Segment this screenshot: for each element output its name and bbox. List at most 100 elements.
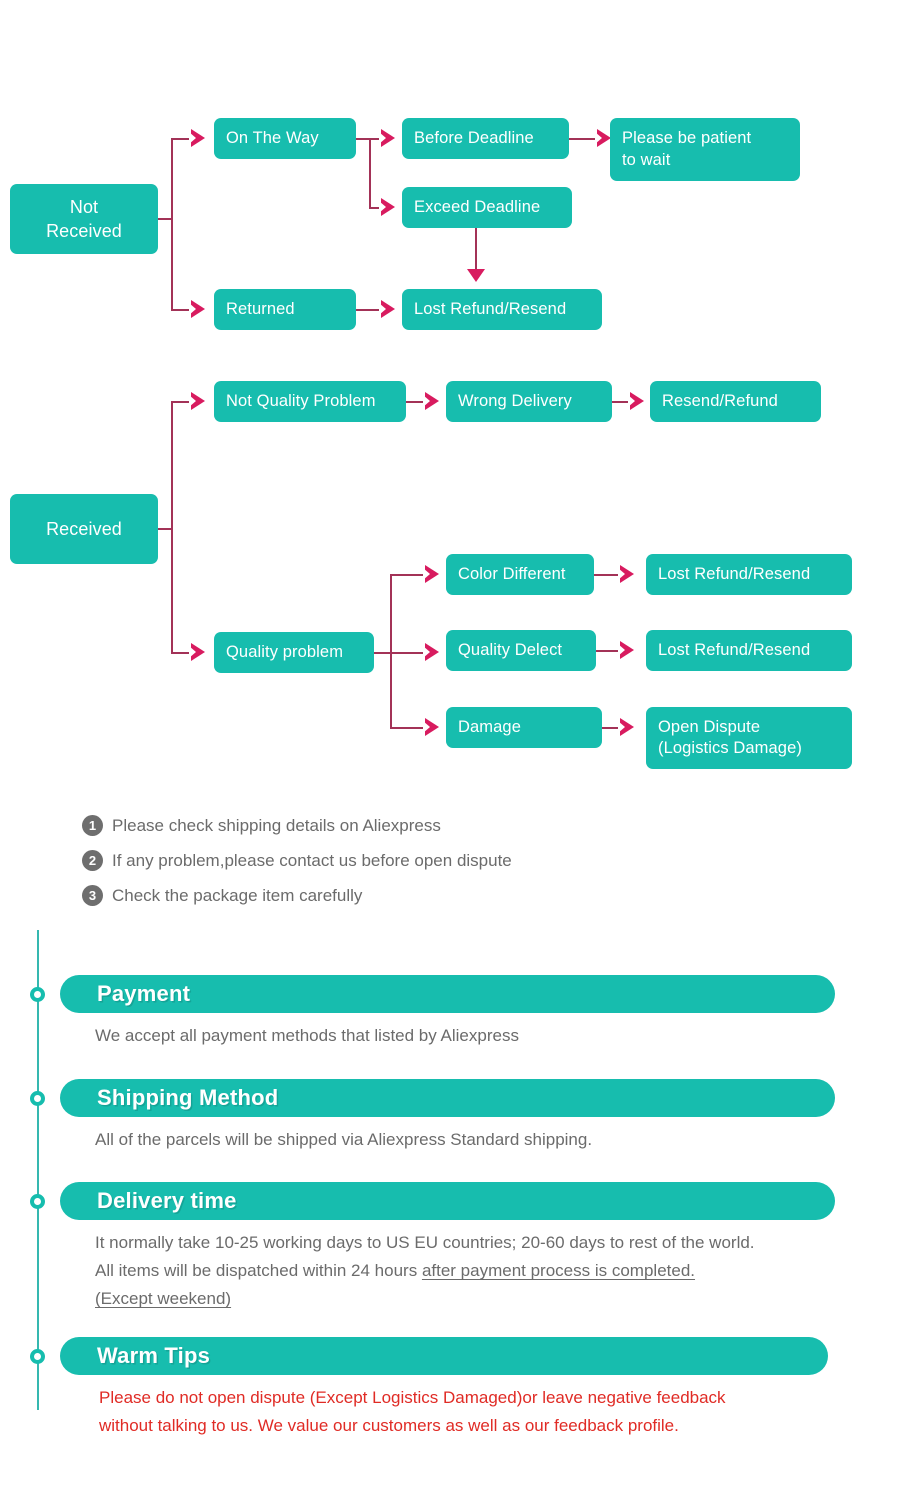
arrow-to-damage: [423, 718, 439, 736]
connector-not-received-bus: [171, 138, 173, 310]
arrow-to-on-the-way: [189, 129, 205, 147]
panel-header-warm-tips[interactable]: Warm Tips: [60, 1337, 828, 1375]
note-item-3: 3 Check the package item carefully: [82, 878, 512, 913]
timeline-dot-warm-tips: [30, 1349, 45, 1364]
note-badge-3: 3: [82, 885, 103, 906]
flow-box-please-be-patient-line1: Please be patient: [622, 129, 752, 148]
flow-box-color-different-label: Color Different: [458, 564, 566, 583]
arrow-down-to-lost-refund: [467, 269, 485, 282]
panel-delivery-time: Delivery time It normally take 10-25 wor…: [60, 1182, 835, 1313]
flow-box-on-the-way-label: On The Way: [226, 128, 319, 147]
panel-header-shipping-method[interactable]: Shipping Method: [60, 1079, 835, 1117]
flow-box-not-received[interactable]: Not Received: [10, 184, 158, 254]
timeline-dot-shipping-method: [30, 1091, 45, 1106]
panel-payment: Payment We accept all payment methods th…: [60, 975, 835, 1050]
flow-box-on-the-way[interactable]: On The Way: [214, 118, 356, 159]
flow-box-color-different-result-label: Lost Refund/Resend: [658, 564, 811, 583]
arrow-to-color-different-result: [618, 565, 634, 583]
note-item-1: 1 Please check shipping details on Aliex…: [82, 808, 512, 843]
flow-box-damage[interactable]: Damage: [446, 707, 602, 748]
panel-warm-tips-line1: Please do not open dispute (Except Logis…: [99, 1388, 726, 1407]
panel-title-shipping-method: Shipping Method: [97, 1085, 279, 1110]
note-badge-1: 1: [82, 815, 103, 836]
panel-warm-tips-line2: without talking to us. We value our cust…: [99, 1416, 679, 1436]
arrow-to-please-be-patient: [595, 129, 611, 147]
arrow-to-damage-result: [618, 718, 634, 736]
flow-box-wrong-delivery-label: Wrong Delivery: [458, 391, 572, 410]
flow-box-received[interactable]: Received: [10, 494, 158, 564]
panel-payment-line1: We accept all payment methods that liste…: [95, 1026, 519, 1045]
flow-box-quality-delect-result[interactable]: Lost Refund/Resend: [646, 630, 852, 671]
panel-body-warm-tips: Please do not open dispute (Except Logis…: [60, 1384, 828, 1440]
panel-delivery-time-line3-underline: (Except weekend): [95, 1289, 232, 1309]
panel-delivery-time-line2-underline: after payment process is completed.: [421, 1261, 696, 1281]
timeline-axis: [37, 930, 39, 1410]
flow-box-not-quality-problem[interactable]: Not Quality Problem: [214, 381, 406, 422]
panel-header-delivery-time[interactable]: Delivery time: [60, 1182, 835, 1220]
flow-box-wrong-delivery[interactable]: Wrong Delivery: [446, 381, 612, 422]
flow-box-resend-refund-label: Resend/Refund: [662, 391, 778, 410]
arrow-to-quality-problem: [189, 643, 205, 661]
panel-header-payment[interactable]: Payment: [60, 975, 835, 1013]
flow-box-damage-result-line2: (Logistics Damage): [658, 739, 802, 757]
note-text-2: If any problem,please contact us before …: [112, 850, 512, 870]
connector-on-the-way-bus: [369, 138, 371, 208]
flow-box-lost-refund-resend-label: Lost Refund/Resend: [414, 299, 567, 318]
flow-box-before-deadline[interactable]: Before Deadline: [402, 118, 569, 159]
panel-delivery-time-line3: (Except weekend): [95, 1285, 835, 1313]
panel-title-payment: Payment: [97, 981, 191, 1006]
flow-box-please-be-patient-line2: to wait: [622, 150, 671, 169]
note-item-2: 2 If any problem,please contact us befor…: [82, 843, 512, 878]
note-text-1: Please check shipping details on Aliexpr…: [112, 815, 441, 835]
flow-box-exceed-deadline[interactable]: Exceed Deadline: [402, 187, 572, 228]
flow-box-color-different-result[interactable]: Lost Refund/Resend: [646, 554, 852, 595]
flow-box-quality-problem-label: Quality problem: [226, 642, 344, 661]
flow-box-returned-label: Returned: [226, 299, 295, 318]
flow-box-damage-result[interactable]: Open Dispute (Logistics Damage): [646, 707, 852, 769]
flow-box-not-received-line1: Not: [69, 196, 99, 217]
flow-box-damage-result-line1: Open Dispute: [658, 717, 761, 736]
note-text-3: Check the package item carefully: [112, 885, 363, 905]
panel-body-delivery-time: It normally take 10-25 working days to U…: [60, 1229, 835, 1313]
flow-box-resend-refund[interactable]: Resend/Refund: [650, 381, 821, 422]
flow-box-not-quality-problem-label: Not Quality Problem: [226, 391, 376, 410]
timeline-dot-delivery-time: [30, 1194, 45, 1209]
flow-box-quality-delect[interactable]: Quality Delect: [446, 630, 596, 671]
note-badge-2: 2: [82, 850, 103, 871]
arrow-to-not-quality-problem: [189, 392, 205, 410]
panel-title-warm-tips: Warm Tips: [97, 1343, 211, 1368]
flow-box-before-deadline-label: Before Deadline: [414, 128, 534, 147]
flow-box-not-received-line2: Received: [46, 221, 122, 241]
flow-box-quality-delect-label: Quality Delect: [458, 640, 563, 659]
arrow-to-returned: [189, 300, 205, 318]
arrow-to-quality-delect-result: [618, 641, 634, 659]
flow-box-received-label: Received: [46, 518, 122, 539]
arrow-to-color-different: [423, 565, 439, 583]
arrow-to-wrong-delivery: [423, 392, 439, 410]
connector-not-received-stem: [158, 218, 172, 220]
panel-delivery-time-line2: All items will be dispatched within 24 h…: [95, 1257, 835, 1285]
flow-box-lost-refund-resend[interactable]: Lost Refund/Resend: [402, 289, 602, 330]
connector-quality-problem-bus: [390, 574, 392, 728]
flow-box-quality-problem[interactable]: Quality problem: [214, 632, 374, 673]
panel-warm-tips: Warm Tips Please do not open dispute (Ex…: [60, 1337, 828, 1440]
arrow-to-before-deadline: [379, 129, 395, 147]
timeline-dot-payment: [30, 987, 45, 1002]
arrow-to-resend-refund: [628, 392, 644, 410]
panel-shipping-method-line1: All of the parcels will be shipped via A…: [95, 1130, 593, 1149]
panel-delivery-time-line2-plain: All items will be dispatched within 24 h…: [95, 1261, 422, 1281]
panel-delivery-time-line1: It normally take 10-25 working days to U…: [95, 1233, 755, 1252]
connector-received-bus: [171, 401, 173, 653]
panel-body-payment: We accept all payment methods that liste…: [60, 1022, 835, 1050]
flow-box-color-different[interactable]: Color Different: [446, 554, 594, 595]
panel-body-shipping-method: All of the parcels will be shipped via A…: [60, 1126, 835, 1154]
flow-box-exceed-deadline-label: Exceed Deadline: [414, 197, 541, 216]
arrow-to-lost-refund-resend: [379, 300, 395, 318]
flow-box-please-be-patient[interactable]: Please be patient to wait: [610, 118, 800, 181]
arrow-to-quality-delect: [423, 643, 439, 661]
arrow-to-exceed-deadline: [379, 198, 395, 216]
connector-exceed-to-lost: [475, 228, 477, 272]
flow-box-damage-label: Damage: [458, 717, 521, 736]
flow-box-returned[interactable]: Returned: [214, 289, 356, 330]
connector-on-the-way-stem: [356, 138, 370, 140]
